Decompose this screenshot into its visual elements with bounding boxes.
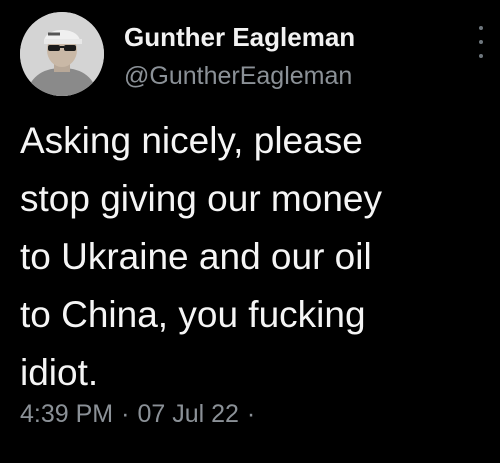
tweet-text: Asking nicely, please stop giving our mo… [20,112,490,402]
tweet-line: stop giving our money [20,178,382,219]
profile-photo-icon [20,12,104,96]
meta-trailing-separator: · [246,400,256,428]
more-dot [479,54,483,58]
tweet-line: Asking nicely, please [20,120,363,161]
tweet-time[interactable]: 4:39 PM [20,400,113,428]
tweet-card: Gunther Eagleman @GuntherEagleman Asking… [0,0,500,463]
avatar[interactable] [20,12,104,96]
tweet-line: idiot. [20,352,99,393]
tweet-date[interactable]: 07 Jul 22 [137,400,238,428]
more-dot [479,26,483,30]
tweet-line: to China, you fucking [20,294,366,335]
author-display-name[interactable]: Gunther Eagleman [124,22,355,53]
tweet-line: to Ukraine and our oil [20,236,372,277]
meta-separator: · [121,400,130,428]
more-options-icon[interactable] [474,22,488,62]
more-dot [479,40,483,44]
tweet-meta: 4:39 PM · 07 Jul 22 · [20,400,263,429]
author-handle[interactable]: @GuntherEagleman [124,62,352,91]
